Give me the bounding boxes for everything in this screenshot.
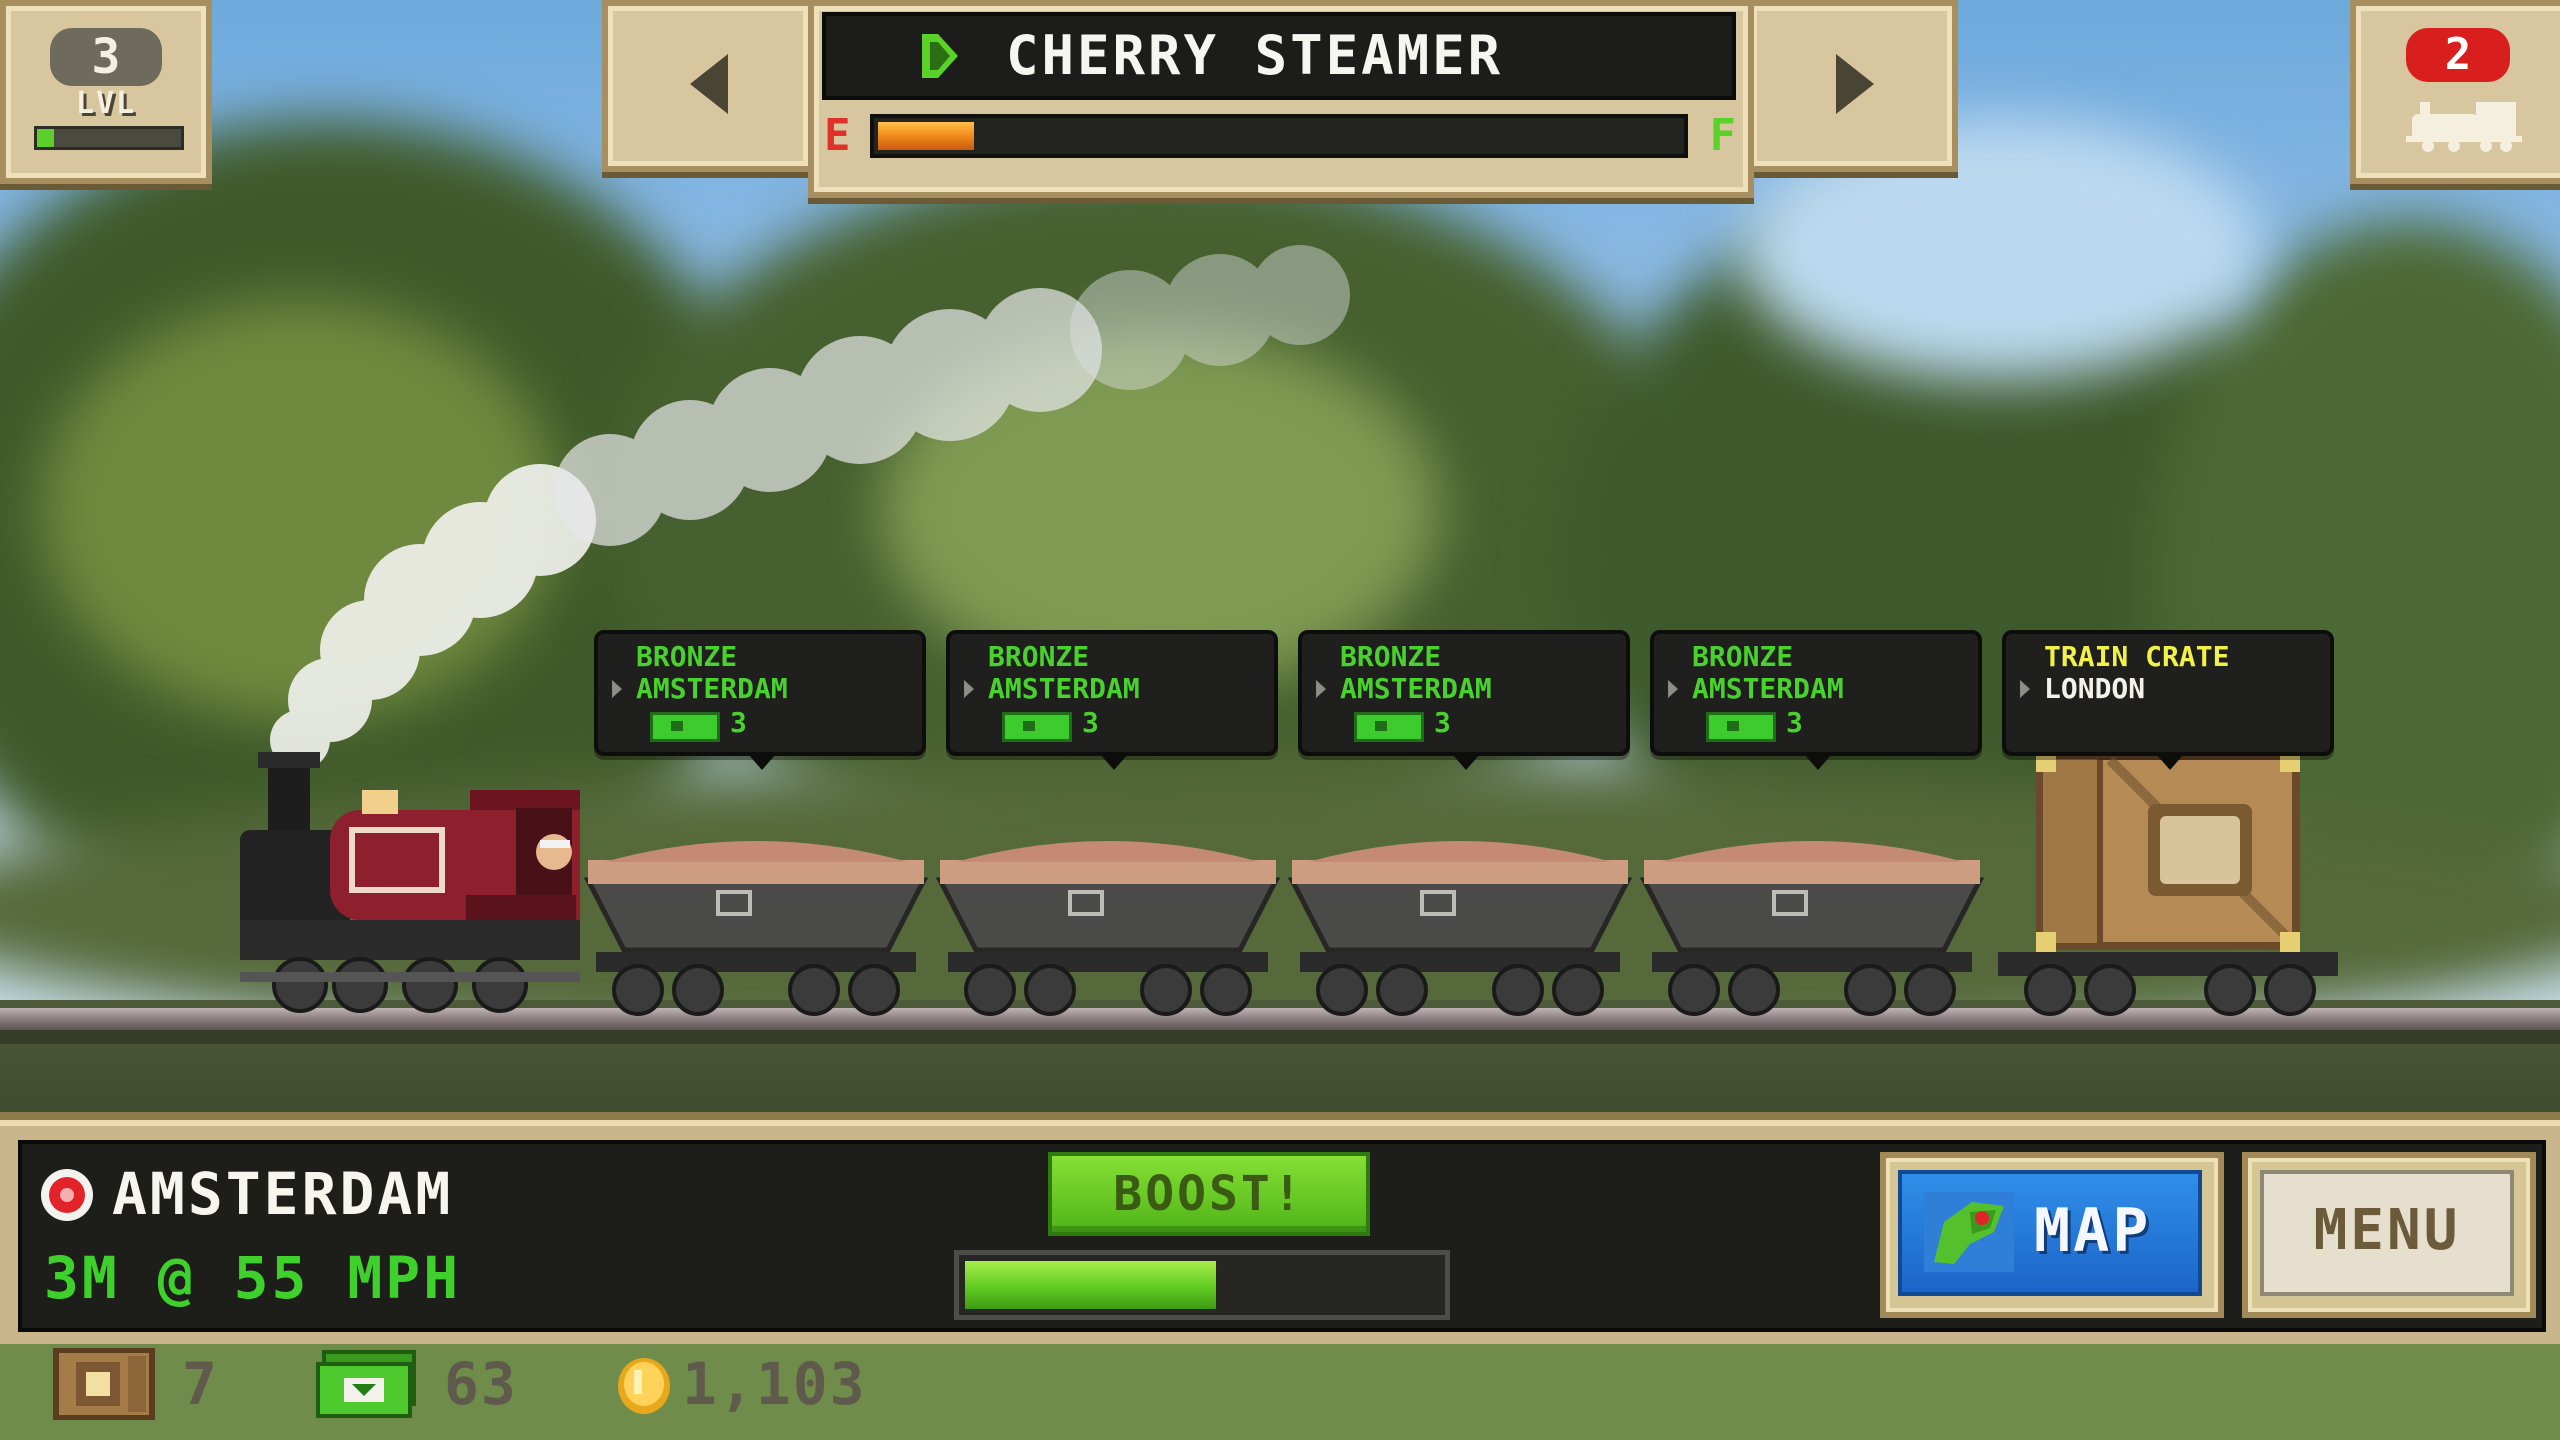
cargo-destination: LONDON: [2044, 672, 2146, 705]
map-button-face: MAP: [1898, 1170, 2202, 1296]
level-indicator[interactable]: 3 LVL: [0, 0, 212, 184]
cargo-destination: AMSTERDAM: [1692, 672, 1844, 705]
next-train-button[interactable]: [1746, 0, 1958, 172]
cash-icon: [316, 1350, 416, 1418]
cash-icon: [1706, 712, 1776, 742]
cargo-destination: AMSTERDAM: [636, 672, 788, 705]
menu-button-face: MENU: [2260, 1170, 2514, 1296]
hopper-car[interactable]: [935, 841, 1281, 1016]
cargo-reward: 3: [1434, 706, 1451, 739]
arrow-right-icon: [612, 680, 622, 698]
cargo-label[interactable]: BRONZE AMSTERDAM 3: [594, 630, 926, 770]
arrow-right-icon: [1668, 680, 1678, 698]
cash-icon: [650, 712, 720, 742]
cargo-type: BRONZE: [1340, 640, 1442, 673]
level-number: 3: [50, 28, 162, 86]
boost-meter-fill: [965, 1261, 1217, 1309]
menu-button[interactable]: MENU: [2242, 1152, 2536, 1318]
coin-count: 1,103: [682, 1350, 867, 1418]
arrow-right-icon: [964, 680, 974, 698]
distance-speed-readout: 3M @ 55 MPH: [44, 1244, 462, 1312]
cargo-type: TRAIN CRATE: [2044, 640, 2230, 673]
xp-progress-fill: [37, 129, 55, 147]
hopper-car[interactable]: [1639, 841, 1985, 1016]
map-label: MAP: [2034, 1196, 2152, 1266]
hopper-car[interactable]: [1287, 841, 1633, 1016]
pump-icon: [916, 30, 964, 82]
cargo-destination: AMSTERDAM: [1340, 672, 1492, 705]
chevron-left-icon: [690, 54, 728, 114]
coin-icon: [618, 1358, 670, 1414]
level-label: LVL: [75, 86, 137, 121]
train-title-panel: CHERRY STEAMER E F: [808, 0, 1754, 198]
crate-icon: [53, 1348, 155, 1420]
arrow-right-icon: [2020, 680, 2030, 698]
cargo-reward: 3: [1082, 706, 1099, 739]
train-collection-button[interactable]: 2: [2350, 0, 2560, 184]
cargo-reward: 3: [1786, 706, 1803, 739]
steam-locomotive[interactable]: [240, 752, 580, 1013]
chevron-right-icon: [1836, 54, 1874, 114]
fuel-full-label: F: [1709, 110, 1737, 161]
train-icon: [2406, 102, 2522, 152]
bucks-count: 63: [444, 1350, 518, 1418]
previous-train-button[interactable]: [602, 0, 814, 172]
map-button[interactable]: MAP: [1880, 1152, 2224, 1318]
crate-count: 7: [182, 1350, 219, 1418]
hopper-car[interactable]: [583, 841, 929, 1016]
cash-icon: [1354, 712, 1424, 742]
arrow-right-icon: [1316, 680, 1326, 698]
cargo-type: BRONZE: [1692, 640, 1794, 673]
menu-label: MENU: [2313, 1198, 2461, 1263]
boost-button[interactable]: BOOST!: [1048, 1152, 1370, 1236]
cargo-destination: AMSTERDAM: [988, 672, 1140, 705]
xp-progress-bar: [34, 126, 184, 150]
cargo-reward: 3: [730, 706, 747, 739]
red-pin-icon: [41, 1169, 93, 1221]
boost-meter: [954, 1250, 1450, 1320]
fuel-empty-label: E: [824, 110, 851, 161]
train-title-bar: CHERRY STEAMER: [822, 12, 1736, 100]
train-name: CHERRY STEAMER: [1006, 24, 1504, 87]
cargo-label[interactable]: BRONZE AMSTERDAM 3: [1650, 630, 1982, 770]
fuel-gauge-fill: [878, 122, 975, 150]
notification-badge: 2: [2406, 28, 2510, 82]
cargo-label[interactable]: BRONZE AMSTERDAM 3: [946, 630, 1278, 770]
current-destination: AMSTERDAM: [112, 1160, 454, 1228]
fuel-gauge: [870, 114, 1688, 158]
crate-flatcar[interactable]: [1998, 752, 2338, 1016]
cash-icon: [1002, 712, 1072, 742]
cargo-type: BRONZE: [636, 640, 738, 673]
map-icon: [1924, 1192, 2014, 1272]
cargo-label[interactable]: TRAIN CRATE LONDON: [2002, 630, 2334, 770]
cargo-label[interactable]: BRONZE AMSTERDAM 3: [1298, 630, 1630, 770]
cargo-type: BRONZE: [988, 640, 1090, 673]
